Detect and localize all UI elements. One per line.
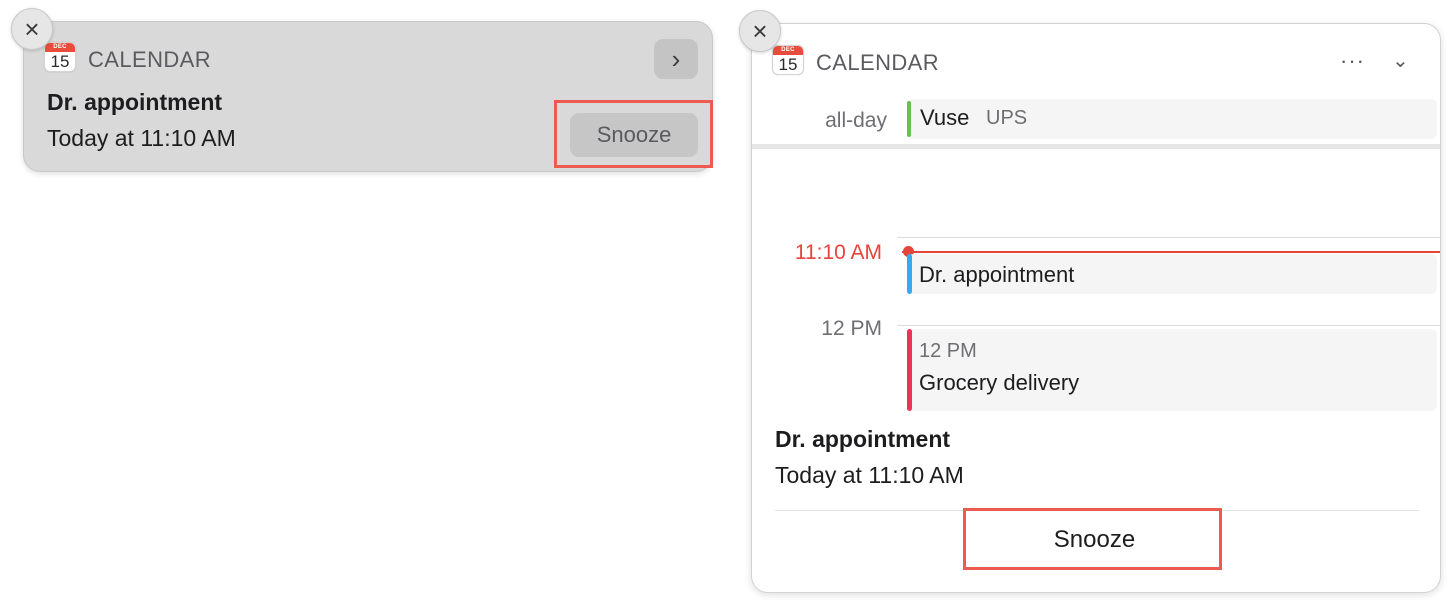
timeline-event-time: 12 PM	[919, 340, 977, 362]
all-day-event-title: Vuse	[920, 105, 970, 130]
all-day-row: all-day Vuse UPS	[752, 99, 1440, 144]
all-day-event-subtitle: UPS	[986, 107, 1028, 129]
calendar-icon-month: DEC	[773, 46, 803, 55]
close-icon: ×	[24, 14, 40, 44]
calendar-icon-day: 15	[50, 52, 70, 71]
snooze-button[interactable]: Snooze	[967, 511, 1222, 569]
event-color-bar	[907, 101, 911, 137]
timeline-event-title: Grocery delivery	[919, 370, 1080, 395]
timeline-event-title: Dr. appointment	[919, 262, 1075, 287]
calendar-app-icon: DEC 15	[44, 42, 76, 72]
chevron-down-icon: ⌄	[1392, 50, 1409, 72]
event-time: Today at 11:10 AM	[47, 125, 236, 151]
ellipsis-icon: ···	[1340, 48, 1365, 73]
app-name: CALENDAR	[816, 50, 940, 75]
event-title: Dr. appointment	[47, 89, 223, 115]
calendar-app-icon: DEC 15	[772, 45, 804, 75]
event-color-bar	[907, 329, 912, 411]
timeline-event-grocery-delivery[interactable]: 12 PM Grocery delivery	[907, 329, 1437, 411]
event-color-bar	[907, 254, 912, 294]
all-day-label: all-day	[825, 109, 887, 132]
more-options-button[interactable]: ···	[1340, 48, 1365, 74]
close-icon: ×	[752, 16, 768, 46]
timeline-event-dr-appointment[interactable]: Dr. appointment	[907, 254, 1437, 294]
collapse-notification-button[interactable]: ⌄	[1392, 48, 1409, 73]
calendar-icon-day: 15	[778, 55, 798, 74]
current-time-label: 11:10 AM	[794, 241, 882, 264]
current-time-line	[902, 251, 1440, 253]
app-name: CALENDAR	[88, 47, 212, 72]
event-time: Today at 11:10 AM	[775, 462, 964, 488]
calendar-notification-expanded: DEC 15 CALENDAR ··· ⌄ all-day Vuse UPS 1…	[751, 23, 1441, 593]
chevron-right-icon: ›	[671, 43, 681, 74]
hour-label-12pm: 12 PM	[821, 317, 882, 340]
close-notification-button[interactable]: ×	[739, 10, 781, 52]
all-day-divider	[752, 144, 1440, 149]
all-day-event[interactable]: Vuse UPS	[907, 99, 1437, 139]
calendar-icon-month: DEC	[45, 43, 75, 52]
snooze-button[interactable]: Snooze	[570, 113, 698, 157]
hour-gridline	[897, 237, 1440, 238]
hour-gridline	[897, 325, 1440, 326]
expand-notification-button[interactable]: ›	[654, 39, 698, 79]
event-title: Dr. appointment	[775, 426, 951, 452]
close-notification-button[interactable]: ×	[11, 8, 53, 50]
calendar-notification-compact[interactable]: DEC 15 CALENDAR › Dr. appointment Today …	[23, 21, 713, 172]
